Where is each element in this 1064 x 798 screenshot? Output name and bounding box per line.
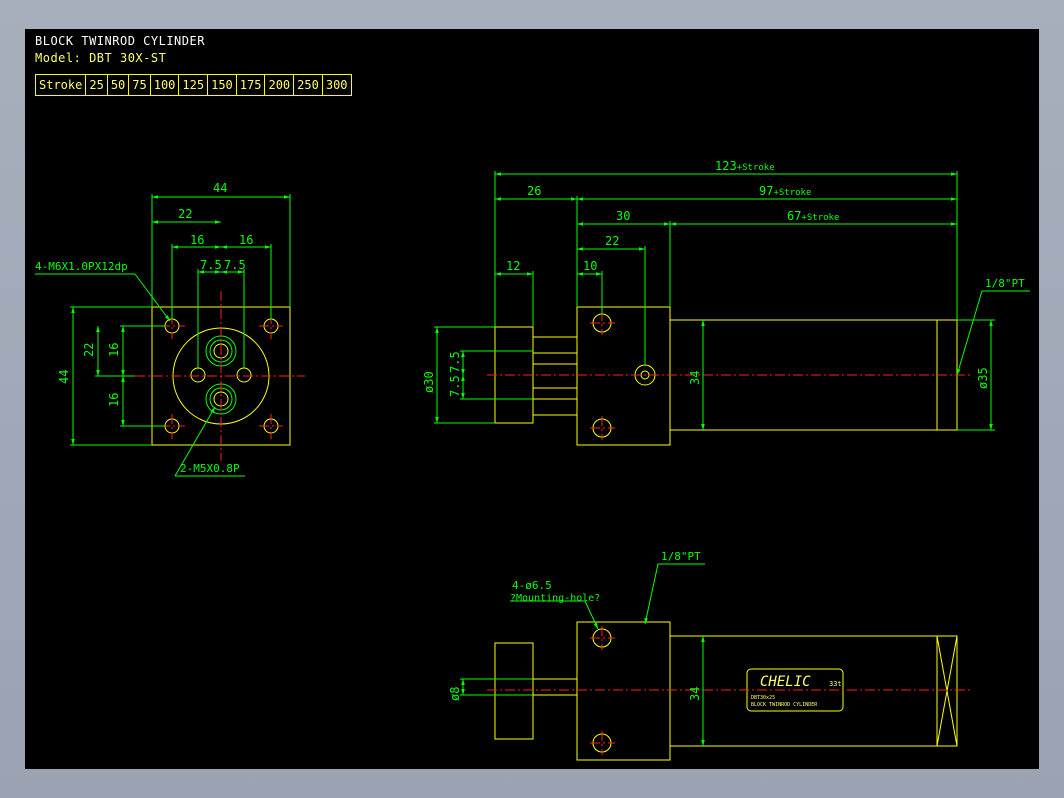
window-frame: BLOCK TWINROD CYLINDER Model: DBT 30X-ST… bbox=[0, 0, 1064, 798]
drawing-canvas: BLOCK TWINROD CYLINDER Model: DBT 30X-ST… bbox=[25, 29, 1039, 769]
dim-123: 123+Stroke bbox=[715, 159, 775, 173]
dim-34-bottom: 34 bbox=[688, 687, 702, 701]
label-plate-text: CHELIC 33t DBT30x25 BLOCK TWINROD CYLIND… bbox=[751, 674, 842, 708]
dim-16-height-bottom: 16 bbox=[107, 393, 121, 407]
mounting-holes-label: 4-ø6.5 bbox=[512, 579, 552, 592]
dim-22: 22 bbox=[605, 234, 619, 248]
side-view bbox=[494, 306, 958, 446]
brand-label: CHELIC bbox=[760, 674, 811, 690]
side-rod-top bbox=[532, 336, 578, 354]
side-centerlines bbox=[487, 311, 970, 440]
dim-22-width: 22 bbox=[178, 207, 192, 221]
dim-34: 34 bbox=[688, 371, 702, 385]
bottom-port-label: 1/8"PT bbox=[661, 550, 701, 563]
dim-7-5-top: 7.5 bbox=[448, 351, 462, 373]
dim-7-5-bottom: 7.5 bbox=[448, 375, 462, 397]
bottom-rod bbox=[532, 678, 578, 696]
dim-10: 10 bbox=[583, 259, 597, 273]
dim-dia35: ø35 bbox=[976, 367, 990, 389]
side-dim-text: 123+Stroke 26 97+Stroke 30 67+Stroke 22 … bbox=[422, 159, 1025, 397]
side-dimensions bbox=[434, 171, 1030, 431]
dim-16-width-left: 16 bbox=[190, 233, 204, 247]
dim-dia8: ø8 bbox=[448, 687, 462, 701]
m5-hole bbox=[190, 367, 206, 383]
dim-16-height-top: 16 bbox=[107, 343, 121, 357]
dim-12: 12 bbox=[506, 259, 520, 273]
side-block bbox=[576, 306, 671, 446]
dim-97: 97+Stroke bbox=[759, 184, 811, 198]
dim-30: 30 bbox=[616, 209, 630, 223]
dim-dia30: ø30 bbox=[422, 371, 436, 393]
bottom-dimensions bbox=[460, 563, 705, 746]
plate-code: 33t bbox=[829, 680, 842, 688]
front-centerlines bbox=[135, 291, 305, 461]
bottom-end-plate bbox=[494, 642, 534, 740]
bottom-dim-text: 1/8"PT 4-ø6.5 ?Mounting-hole? ø8 34 bbox=[448, 550, 702, 701]
port-label: 1/8"PT bbox=[985, 277, 1025, 290]
dim-7-5-right: 7.5 bbox=[224, 258, 246, 272]
side-rod-bottom bbox=[532, 398, 578, 416]
bottom-barrel bbox=[669, 635, 958, 747]
m5-hole bbox=[236, 367, 252, 383]
dim-22-height: 22 bbox=[82, 343, 96, 357]
dim-44-width: 44 bbox=[213, 181, 227, 195]
dim-16-width-right: 16 bbox=[239, 233, 253, 247]
dim-7-5-left: 7.5 bbox=[200, 258, 222, 272]
plate-line-1: DBT30x25 bbox=[751, 695, 775, 701]
thread-note-bottom: 2-M5X0.8P bbox=[180, 462, 240, 475]
thread-note-top: 4-M6X1.0PX12dp bbox=[35, 260, 128, 273]
dim-26: 26 bbox=[527, 184, 541, 198]
dim-44-height: 44 bbox=[57, 370, 71, 384]
drawing-svg: 44 22 16 16 7.5 7.5 44 22 16 16 4-M6X1.0… bbox=[35, 159, 1030, 761]
plate-line-2: BLOCK TWINROD CYLINDER bbox=[751, 702, 818, 708]
bottom-centerlines bbox=[487, 626, 970, 755]
mounting-holes-note: ?Mounting-hole? bbox=[510, 593, 600, 604]
dim-67: 67+Stroke bbox=[787, 209, 839, 223]
bottom-block bbox=[576, 621, 671, 761]
bottom-view bbox=[494, 621, 958, 761]
